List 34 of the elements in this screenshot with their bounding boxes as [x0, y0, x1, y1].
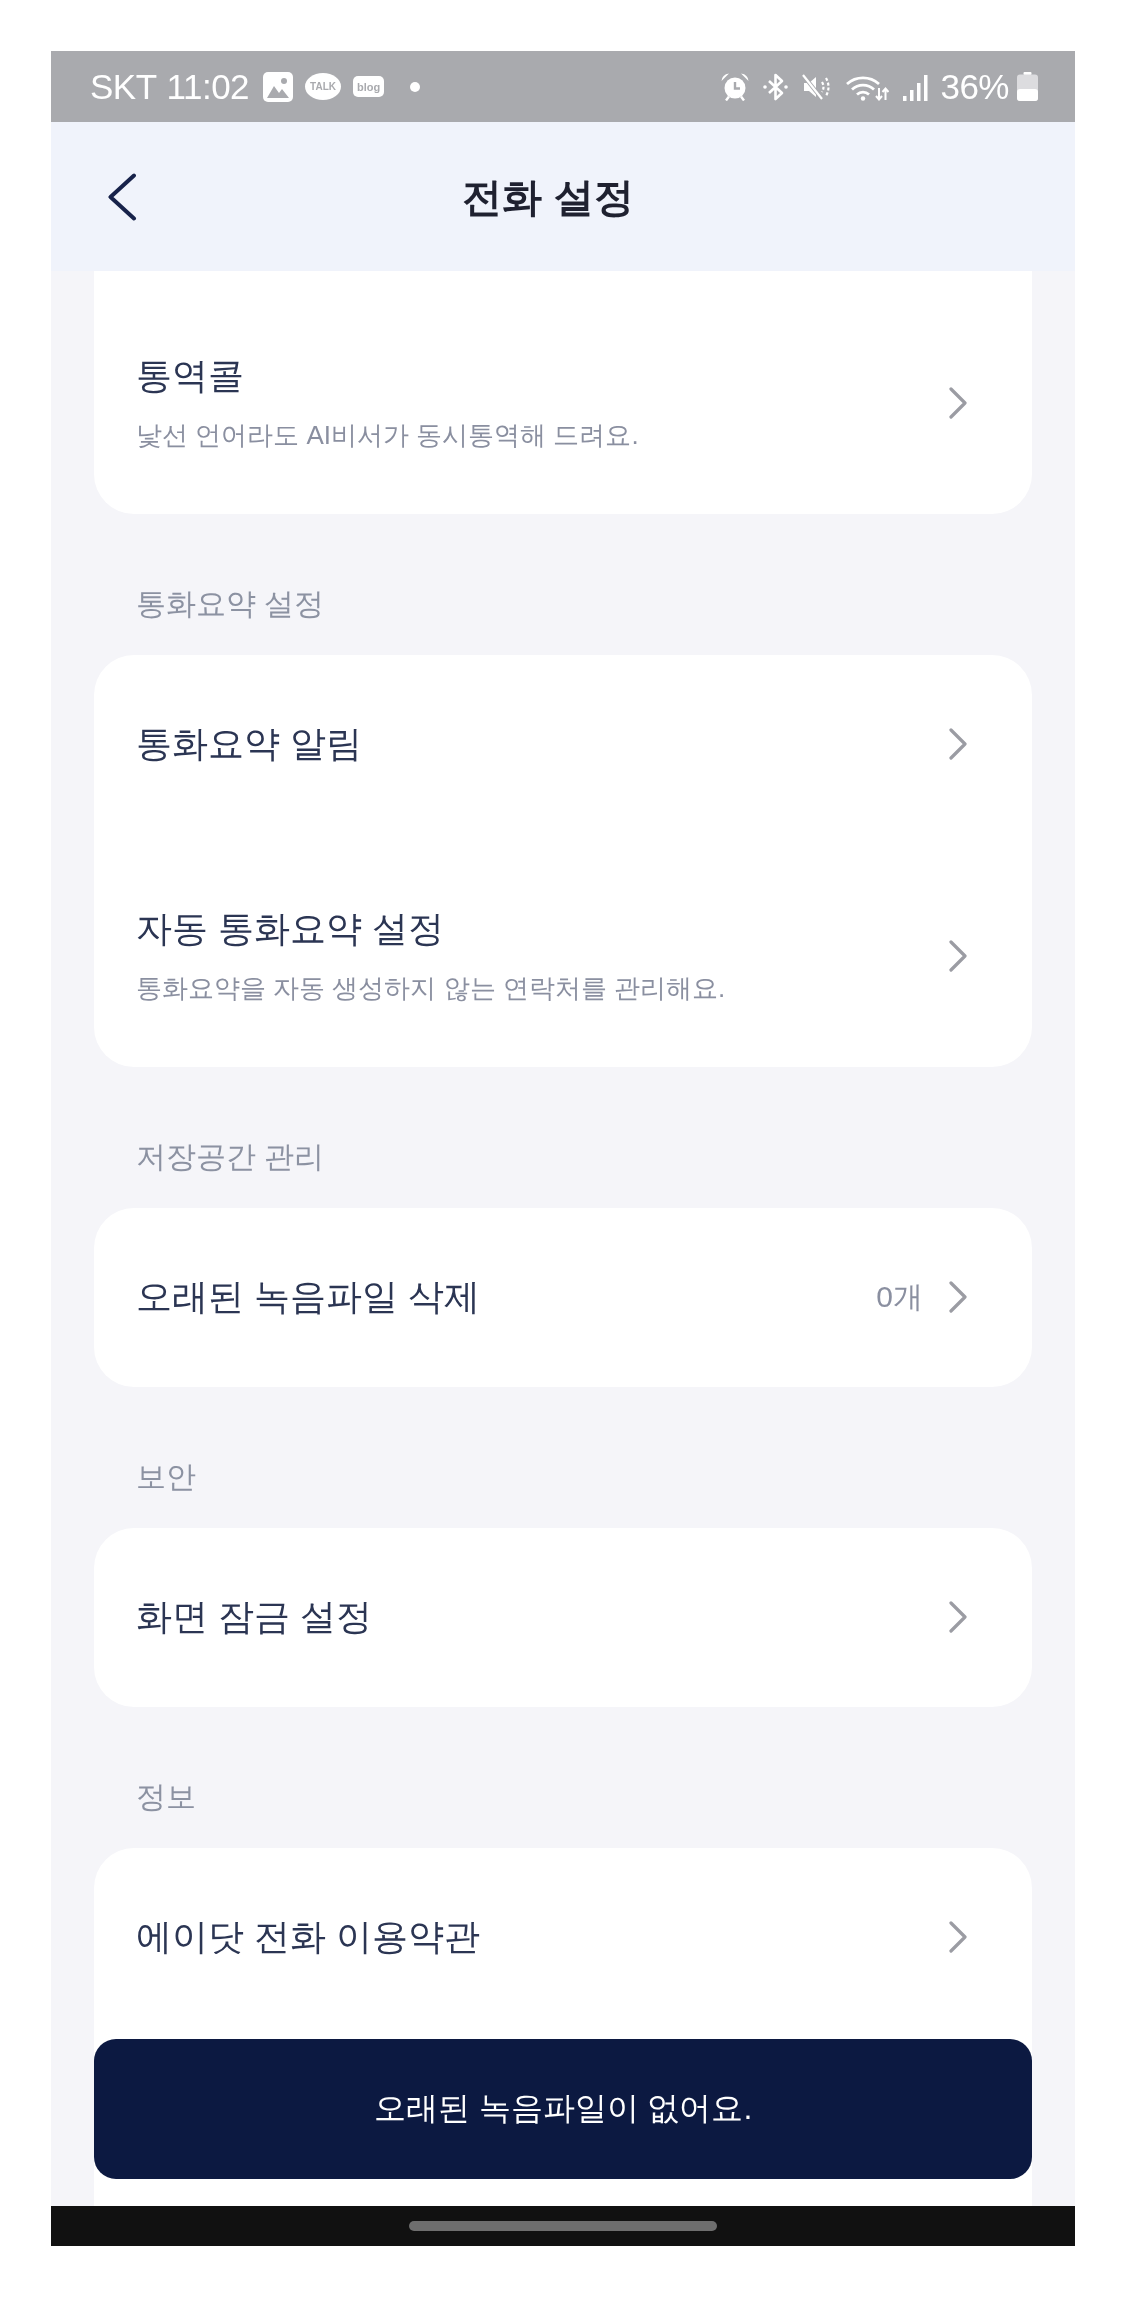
chevron-right-icon [949, 728, 967, 760]
blog-notification-badge: blog [353, 76, 385, 97]
back-icon[interactable] [107, 172, 137, 221]
chevron-right-icon [949, 1601, 967, 1633]
chevron-right-icon [949, 940, 967, 972]
screen-title: 전화 설정 [462, 173, 634, 221]
setting-description: 통화요약을 자동 생성하지 않는 연락처를 관리해요. [136, 972, 727, 1005]
section-header: 정보 [135, 1779, 197, 1815]
setting-title[interactable]: 화면 잠금 설정 [136, 1593, 949, 1641]
bluetooth-icon [763, 72, 789, 101]
setting-description: 낯선 언어라도 AI비서가 동시통역해 드려요. [136, 419, 640, 452]
setting-title[interactable]: 오래된 녹음파일 삭제 [136, 1273, 877, 1321]
notification-dot-icon [410, 81, 421, 92]
battery-percent: 36% [940, 66, 1009, 107]
setting-title[interactable]: 통화요약 알림 [136, 720, 949, 768]
setting-title[interactable]: 자동 통화요약 설정 [136, 905, 949, 953]
section-header: 통화요약 설정 [135, 586, 326, 622]
signal-icon [903, 72, 929, 101]
clock-time: 11:02 [166, 66, 250, 107]
section-header: 보안 [135, 1459, 197, 1495]
mute-icon [802, 72, 832, 101]
alarm-clock-icon [721, 72, 750, 101]
chevron-right-icon [949, 1921, 967, 1953]
chevron-right-icon [949, 1281, 967, 1313]
setting-title[interactable]: 통역콜 [136, 352, 949, 400]
talk-notification-badge: TALK [305, 73, 342, 100]
setting-title[interactable]: 에이닷 전화 이용약관 [136, 1913, 949, 1961]
chevron-right-icon [949, 387, 967, 419]
image-notification-icon [263, 71, 294, 102]
toast-message: 오래된 녹음파일이 없어요. [94, 2039, 1032, 2179]
carrier-name: SKT [90, 66, 157, 107]
battery-icon [1017, 72, 1038, 101]
setting-value: 0개 [876, 1279, 923, 1315]
section-header: 저장공간 관리 [135, 1139, 326, 1175]
